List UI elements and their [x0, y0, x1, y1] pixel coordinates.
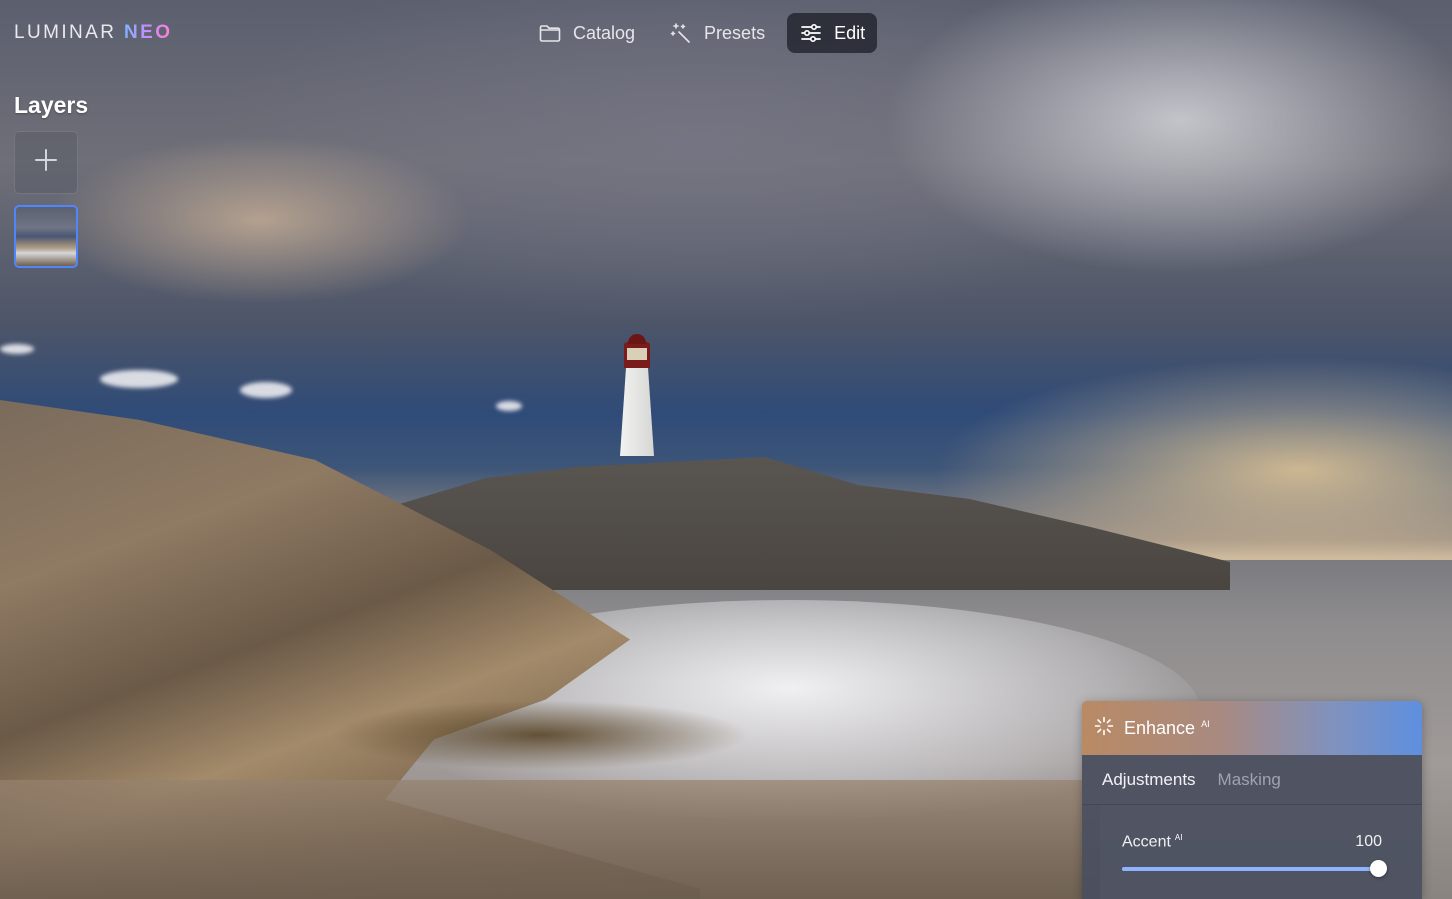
magic-wand-icon [669, 21, 693, 45]
nav-presets[interactable]: Presets [657, 13, 777, 53]
cloud [100, 370, 178, 388]
cloud [496, 401, 522, 411]
accent-slider[interactable] [1122, 860, 1387, 878]
plus-icon [32, 146, 60, 179]
top-navigation: Catalog Presets Edit [526, 13, 878, 53]
nav-presets-label: Presets [704, 22, 766, 43]
accent-value: 100 [1355, 833, 1382, 851]
lighthouse-window [627, 348, 647, 360]
add-layer-button[interactable] [14, 131, 78, 194]
tab-adjustments[interactable]: Adjustments [1102, 770, 1196, 790]
accent-label: Accent AI [1122, 833, 1182, 851]
sliders-icon [799, 21, 823, 45]
enhance-panel-title: Enhance AI [1124, 718, 1210, 739]
nav-edit-label: Edit [834, 22, 866, 43]
ai-badge: AI [1201, 718, 1210, 729]
nav-edit[interactable]: Edit [787, 13, 878, 53]
accent-label-text: Accent [1122, 833, 1171, 851]
nav-catalog[interactable]: Catalog [526, 13, 647, 53]
enhance-panel-header[interactable]: Enhance AI [1082, 701, 1422, 755]
enhance-tabs: Adjustments Masking [1082, 755, 1422, 805]
brand-primary: LUMINAR [14, 22, 117, 43]
lighthouse-tower [620, 366, 654, 456]
folder-icon [538, 21, 562, 45]
enhance-panel: Enhance AI Adjustments Masking Accent AI 1… [1082, 701, 1422, 899]
sparkle-icon [1094, 716, 1114, 741]
enhance-title-text: Enhance [1124, 717, 1196, 738]
ai-badge: AI [1174, 833, 1183, 842]
app-logo: LUMINAR NEO [14, 22, 172, 44]
seaweed [330, 700, 750, 770]
lighthouse [614, 334, 660, 456]
layers-title: Layers [14, 92, 89, 118]
tab-masking[interactable]: Masking [1218, 770, 1281, 790]
lighthouse-cap [628, 334, 646, 344]
accent-slider-handle[interactable] [1369, 860, 1387, 878]
brand-secondary: NEO [124, 22, 173, 43]
foreground-shore [0, 780, 1100, 899]
cloud [240, 382, 292, 398]
nav-catalog-label: Catalog [573, 22, 636, 43]
layer-thumbnail[interactable] [14, 205, 78, 268]
accent-slider-header: Accent AI 100 [1122, 833, 1382, 851]
accent-slider-fill [1122, 867, 1382, 872]
accent-slider-row: Accent AI 100 [1082, 805, 1422, 878]
cloud [0, 344, 34, 354]
